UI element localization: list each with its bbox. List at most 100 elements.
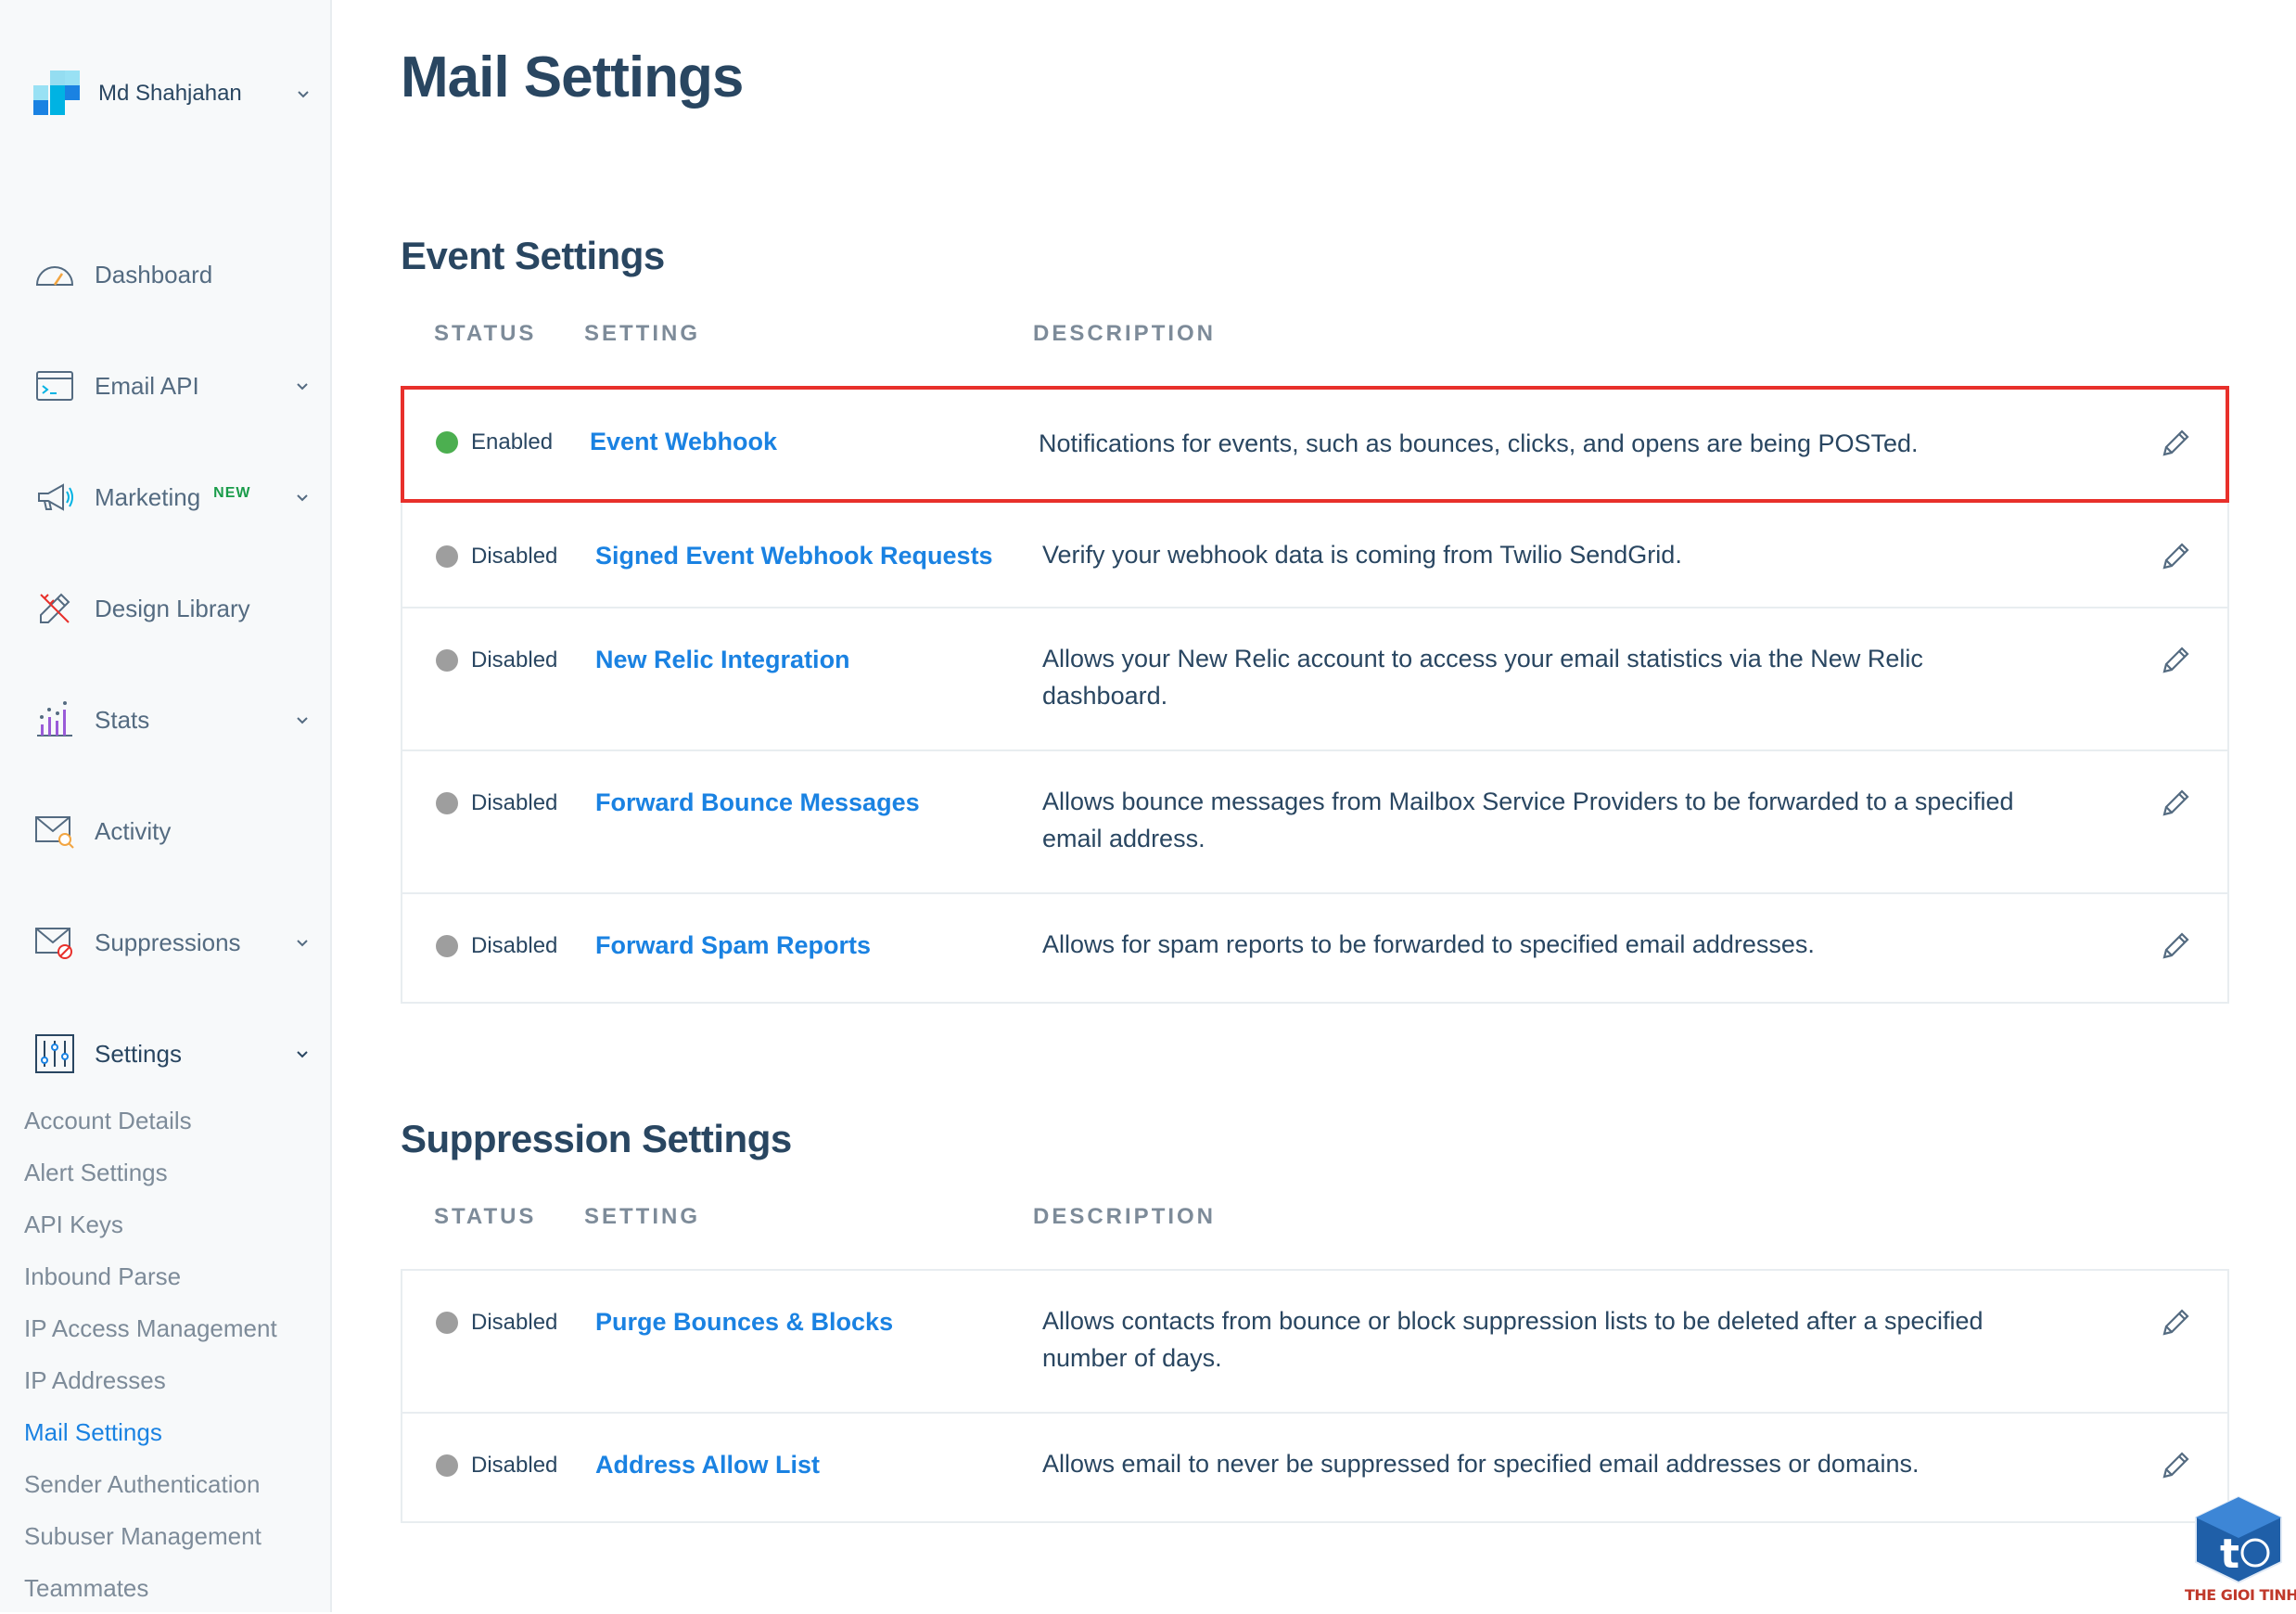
column-header-status: STATUS: [434, 1204, 537, 1229]
nav-item-email-api[interactable]: Email API: [0, 330, 330, 442]
status-cell: Disabled: [436, 1453, 557, 1479]
column-header-status: STATUS: [434, 321, 537, 346]
status-dot-disabled: [436, 545, 458, 568]
setting-link-event-webhook[interactable]: Event Webhook: [590, 428, 777, 456]
status-text: Disabled: [471, 544, 558, 569]
pencil-icon[interactable]: [2157, 785, 2194, 822]
pencil-ruler-icon: [33, 587, 76, 630]
main-nav: Dashboard Email API Marketing NEW Design…: [0, 219, 330, 1109]
submenu-mail-settings[interactable]: Mail Settings: [24, 1406, 277, 1458]
watermark-text: THE GIOI TINHOC: [2185, 1586, 2296, 1604]
table-row: Disabled New Relic Integration Allows yo…: [402, 608, 2227, 751]
submenu-sender-authentication[interactable]: Sender Authentication: [24, 1458, 277, 1510]
status-cell: Enabled: [436, 429, 553, 455]
status-cell: Disabled: [436, 1310, 557, 1336]
pencil-icon[interactable]: [2157, 538, 2194, 575]
account-switcher[interactable]: Md Shahjahan: [33, 70, 312, 117]
submenu-api-keys[interactable]: API Keys: [24, 1198, 277, 1250]
column-header-setting: SETTING: [584, 1204, 701, 1229]
account-name: Md Shahjahan: [98, 81, 242, 106]
gauge-icon: [33, 253, 76, 296]
suppression-settings-table: Disabled Purge Bounces & Blocks Allows c…: [401, 1269, 2229, 1523]
setting-link-forward-bounce[interactable]: Forward Bounce Messages: [595, 788, 920, 817]
envelope-block-icon: [33, 921, 76, 964]
nav-label: Suppressions: [95, 928, 241, 956]
status-dot-disabled: [436, 1454, 458, 1477]
settings-submenu: Account Details Alert Settings API Keys …: [24, 1095, 277, 1614]
setting-description: Allows contacts from bounce or block sup…: [1042, 1307, 1983, 1372]
nav-item-stats[interactable]: Stats: [0, 664, 330, 775]
submenu-subuser-management[interactable]: Subuser Management: [24, 1510, 277, 1562]
chevron-down-icon[interactable]: [293, 488, 312, 506]
status-text: Enabled: [471, 429, 554, 455]
nav-item-marketing[interactable]: Marketing NEW: [0, 442, 330, 553]
nav-item-dashboard[interactable]: Dashboard: [0, 219, 330, 330]
bar-chart-icon: [33, 698, 76, 741]
pencil-icon[interactable]: [2157, 1447, 2194, 1484]
nav-label: Stats: [95, 705, 150, 734]
table-row: Disabled Forward Bounce Messages Allows …: [402, 751, 2227, 894]
chevron-down-icon[interactable]: [293, 377, 312, 395]
pencil-icon[interactable]: [2157, 642, 2194, 679]
setting-link-forward-spam[interactable]: Forward Spam Reports: [595, 931, 871, 960]
watermark-logo: t THE GIOI TINHOC: [2185, 1493, 2296, 1612]
setting-description: Notifications for events, such as bounce…: [1039, 429, 1919, 457]
nav-item-suppressions[interactable]: Suppressions: [0, 887, 330, 998]
setting-description: Verify your webhook data is coming from …: [1042, 541, 1682, 569]
event-settings-title: Event Settings: [401, 234, 665, 277]
nav-item-settings[interactable]: Settings: [0, 998, 330, 1109]
submenu-ip-addresses[interactable]: IP Addresses: [24, 1354, 277, 1406]
nav-item-activity[interactable]: Activity: [0, 775, 330, 887]
table-row: Disabled Purge Bounces & Blocks Allows c…: [402, 1271, 2227, 1414]
status-cell: Disabled: [436, 933, 557, 959]
pencil-icon[interactable]: [2157, 1304, 2194, 1341]
nav-label: Design Library: [95, 594, 250, 622]
setting-link-purge-bounces[interactable]: Purge Bounces & Blocks: [595, 1308, 893, 1337]
status-dot-enabled: [436, 431, 458, 454]
pencil-icon[interactable]: [2157, 425, 2194, 462]
setting-link-signed-event-webhook[interactable]: Signed Event Webhook Requests: [595, 542, 993, 570]
setting-description: Allows your New Relic account to access …: [1042, 645, 1923, 710]
setting-link-address-allow-list[interactable]: Address Allow List: [595, 1451, 820, 1480]
submenu-teammates[interactable]: Teammates: [24, 1562, 277, 1614]
page-title: Mail Settings: [401, 45, 744, 109]
status-dot-disabled: [436, 649, 458, 672]
table-row: Enabled Event Webhook Notifications for …: [401, 386, 2229, 503]
setting-link-new-relic[interactable]: New Relic Integration: [595, 646, 850, 674]
sliders-icon: [33, 1032, 76, 1075]
status-cell: Disabled: [436, 647, 557, 673]
sendgrid-logo: [33, 70, 80, 117]
column-header-description: DESCRIPTION: [1033, 1204, 1217, 1229]
megaphone-icon: [33, 476, 76, 519]
chevron-down-icon[interactable]: [295, 85, 312, 102]
nav-item-design-library[interactable]: Design Library: [0, 553, 330, 664]
setting-description: Allows email to never be suppressed for …: [1042, 1450, 1920, 1478]
status-text: Disabled: [471, 933, 558, 958]
status-text: Disabled: [471, 1453, 558, 1478]
column-header-description: DESCRIPTION: [1033, 321, 1217, 346]
pencil-icon[interactable]: [2157, 928, 2194, 965]
status-text: Disabled: [471, 790, 558, 815]
nav-label: Marketing: [95, 482, 201, 511]
sidebar: Md Shahjahan Dashboard Email API Marketi…: [0, 0, 332, 1612]
status-text: Disabled: [471, 1310, 558, 1335]
table-row: Disabled Forward Spam Reports Allows for…: [402, 894, 2227, 1002]
suppression-settings-title: Suppression Settings: [401, 1117, 792, 1160]
submenu-inbound-parse[interactable]: Inbound Parse: [24, 1250, 277, 1302]
setting-description: Allows bounce messages from Mailbox Serv…: [1042, 788, 2014, 852]
chevron-down-icon[interactable]: [293, 1044, 312, 1063]
nav-label: Email API: [95, 371, 199, 400]
status-cell: Disabled: [436, 544, 557, 570]
terminal-window-icon: [33, 365, 76, 407]
svg-text:t: t: [2220, 1531, 2239, 1578]
submenu-account-details[interactable]: Account Details: [24, 1095, 277, 1146]
envelope-search-icon: [33, 810, 76, 852]
setting-description: Allows for spam reports to be forwarded …: [1042, 930, 1815, 958]
event-settings-table: Enabled Event Webhook Notifications for …: [401, 386, 2229, 1004]
chevron-down-icon[interactable]: [293, 711, 312, 729]
submenu-alert-settings[interactable]: Alert Settings: [24, 1146, 277, 1198]
chevron-down-icon[interactable]: [293, 933, 312, 952]
submenu-ip-access-management[interactable]: IP Access Management: [24, 1302, 277, 1354]
table-row: Disabled Signed Event Webhook Requests V…: [402, 501, 2227, 608]
nav-label: Settings: [95, 1039, 182, 1068]
